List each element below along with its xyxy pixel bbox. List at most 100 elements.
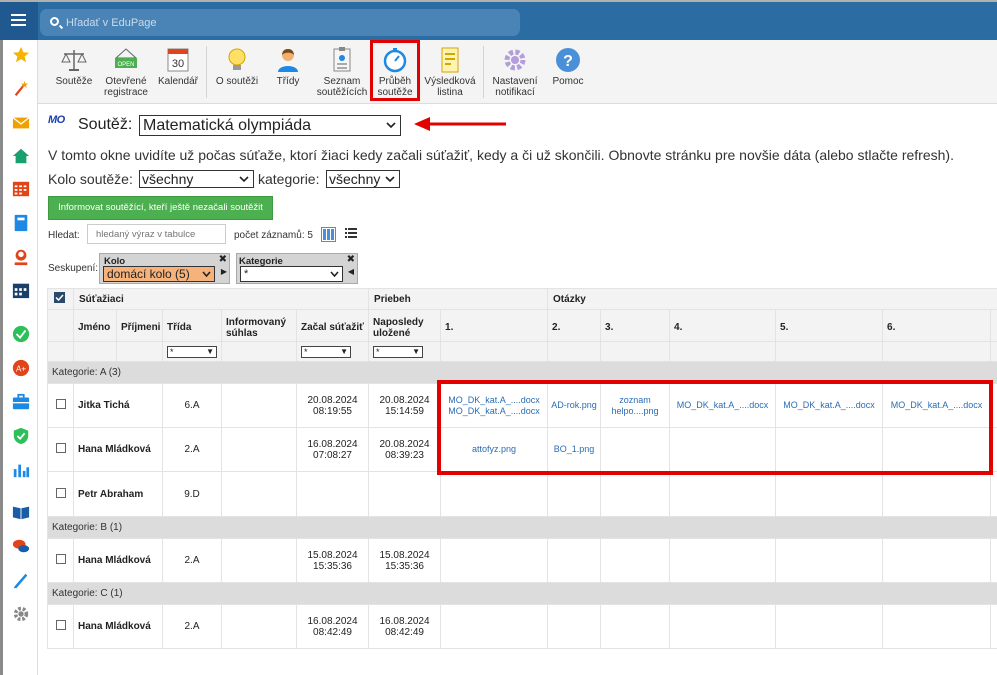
row-checkbox[interactable] [55, 620, 66, 630]
toolbar-results-button[interactable]: Výsledková listina [422, 44, 478, 102]
star-icon[interactable] [12, 46, 30, 64]
row-checkbox-cell[interactable] [47, 427, 74, 472]
inform-participants-button[interactable]: Informovat soutěžící, kteří ještě nezača… [48, 196, 273, 220]
answer-file-link[interactable]: attofyz.png [472, 444, 516, 454]
question-5-cell [775, 427, 884, 472]
header-question-5[interactable]: 5. [775, 309, 884, 342]
class-filter-select[interactable]: * [167, 345, 217, 358]
header-last-name[interactable]: Příjmeni [116, 309, 163, 342]
category-group-row[interactable]: Kategorie: B (1) [46, 516, 997, 539]
briefcase-icon[interactable] [12, 393, 30, 411]
toolbar-competitions-button[interactable]: Soutěže [52, 44, 96, 102]
header-last-saved[interactable]: Naposledy uložené [368, 309, 442, 342]
header-first-name[interactable]: Jméno [73, 309, 117, 342]
table-row[interactable]: Hana Mládková 2.A 16.08.2024 08:42:49 16.08.… [47, 604, 997, 649]
started-time: 07:08:27 [313, 449, 352, 461]
row-checkbox[interactable] [55, 443, 66, 453]
check-circle-icon[interactable] [12, 325, 30, 343]
calendar-icon[interactable] [12, 281, 30, 299]
shield-check-icon[interactable] [12, 427, 30, 445]
row-checkbox-cell[interactable] [47, 604, 74, 649]
settings-gear-icon[interactable] [12, 605, 30, 623]
header-class[interactable]: Třída [162, 309, 222, 342]
category-group-row[interactable]: Kategorie: A (3) [46, 361, 997, 384]
statistics-icon[interactable] [12, 461, 30, 479]
move-right-icon[interactable]: ▶ [221, 267, 227, 276]
round-filter-select[interactable]: všechny [139, 170, 254, 188]
row-checkbox[interactable] [55, 399, 66, 409]
header-question-2[interactable]: 2. [547, 309, 602, 342]
toolbar-open-registrations-button[interactable]: OPEN Otevřené registrace [102, 44, 150, 102]
toolbar-notification-settings-button[interactable]: Nastavení notifikací [490, 44, 540, 102]
answer-file-link[interactable]: MO_DK_kat.A_....docx [677, 400, 769, 410]
select-all-cell[interactable] [47, 288, 74, 310]
table-row[interactable]: Jitka Tichá 6.A 20.08.2024 08:19:55 20.08.20… [47, 383, 997, 428]
question-1-cell[interactable]: MO_DK_kat.A_....docx MO_DK_kat.A_....doc… [440, 383, 549, 428]
book-icon[interactable] [12, 503, 30, 521]
group-chip-category[interactable]: Kategorie ✖ ◀ * [236, 253, 358, 284]
row-checkbox[interactable] [55, 487, 66, 498]
answer-file-link[interactable]: MO_DK_kat.A_....docx [783, 400, 875, 410]
table-row[interactable]: Hana Mládková 2.A 16.08.2024 07:08:27 20.08.… [47, 427, 997, 472]
mail-icon[interactable] [12, 114, 30, 132]
header-question-3[interactable]: 3. [600, 309, 671, 342]
user-icon[interactable] [12, 248, 30, 266]
group-chip-select[interactable]: * [240, 266, 343, 282]
row-checkbox-cell[interactable] [47, 471, 74, 517]
question-2-cell[interactable]: AD-rok.png [547, 383, 602, 428]
toolbar-classes-button[interactable]: Třídy [268, 44, 308, 102]
saved-filter-select[interactable]: * [373, 345, 424, 358]
chat-icon[interactable] [12, 537, 30, 555]
table-row[interactable]: Petr Abraham 9.D [47, 471, 997, 517]
toolbar-help-button[interactable]: ? Pomoc [548, 44, 588, 102]
grade-icon[interactable]: A+ [12, 359, 30, 377]
header-question-1[interactable]: 1. [440, 309, 549, 342]
group-chip-select[interactable]: domácí kolo (5) [103, 266, 215, 282]
select-all-checkbox-icon[interactable] [54, 292, 65, 303]
column-view-icon[interactable] [321, 227, 336, 242]
answer-file-link[interactable]: BO_1.png [554, 444, 595, 454]
row-checkbox-cell[interactable] [47, 538, 74, 583]
global-search-box[interactable] [40, 9, 520, 36]
table-search-input[interactable] [87, 224, 226, 244]
toolbar-calendar-button[interactable]: 30 Kalendář [156, 44, 200, 102]
notebook-icon[interactable] [12, 214, 30, 232]
question-1-cell[interactable]: attofyz.png [440, 427, 549, 472]
row-checkbox[interactable] [55, 554, 66, 564]
pen-icon[interactable] [12, 571, 30, 589]
svg-text:A+: A+ [16, 365, 26, 374]
header-question-6[interactable]: 6. [882, 309, 992, 342]
question-2-cell[interactable]: BO_1.png [547, 427, 602, 472]
header-started[interactable]: Začal súťažiť [295, 309, 370, 342]
close-icon[interactable]: ✖ [347, 254, 355, 265]
question-4-cell[interactable]: MO_DK_kat.A_....docx [669, 383, 777, 428]
answer-file-link[interactable]: AD-rok.png [551, 400, 597, 410]
question-4-cell [669, 604, 777, 649]
timetable-icon[interactable] [12, 180, 30, 198]
competition-select[interactable]: Matematická olympiáda [139, 115, 401, 136]
close-icon[interactable]: ✖ [219, 254, 227, 265]
row-checkbox-cell[interactable] [47, 383, 74, 428]
category-group-row[interactable]: Kategorie: C (1) [46, 582, 997, 605]
list-view-icon[interactable] [345, 227, 357, 239]
answer-file-link[interactable]: MO_DK_kat.A_....docx [891, 400, 983, 410]
group-chip-round[interactable]: Kolo ✖ domácí kolo (5) ▶ [99, 253, 230, 284]
move-left-icon[interactable]: ◀ [348, 267, 354, 276]
hamburger-menu-button[interactable] [0, 2, 38, 40]
home-icon[interactable] [12, 147, 30, 165]
question-5-cell[interactable]: MO_DK_kat.A_....docx [775, 383, 884, 428]
question-3-cell[interactable]: zoznam helpo....png [600, 383, 671, 428]
answer-file-link[interactable]: MO_DK_kat.A_....docx MO_DK_kat.A_....doc… [448, 395, 540, 416]
question-6-cell[interactable]: MO_DK_kat.A_....docx [882, 383, 992, 428]
category-filter-select[interactable]: všechny [326, 170, 400, 188]
magic-wand-icon[interactable] [12, 80, 30, 98]
started-time: 15:35:36 [313, 560, 352, 572]
started-filter-select[interactable]: * [301, 345, 351, 358]
toolbar-about-button[interactable]: O soutěži [214, 44, 260, 102]
header-consent[interactable]: Informovaný súhlas [221, 309, 297, 342]
table-row[interactable]: Hana Mládková 2.A 15.08.2024 15:35:36 15.08.… [47, 538, 997, 583]
header-question-4[interactable]: 4. [669, 309, 777, 342]
answer-file-link[interactable]: zoznam helpo....png [612, 395, 659, 416]
global-search-input[interactable] [66, 13, 506, 32]
toolbar-participants-list-button[interactable]: Seznam soutěžících [314, 44, 370, 102]
